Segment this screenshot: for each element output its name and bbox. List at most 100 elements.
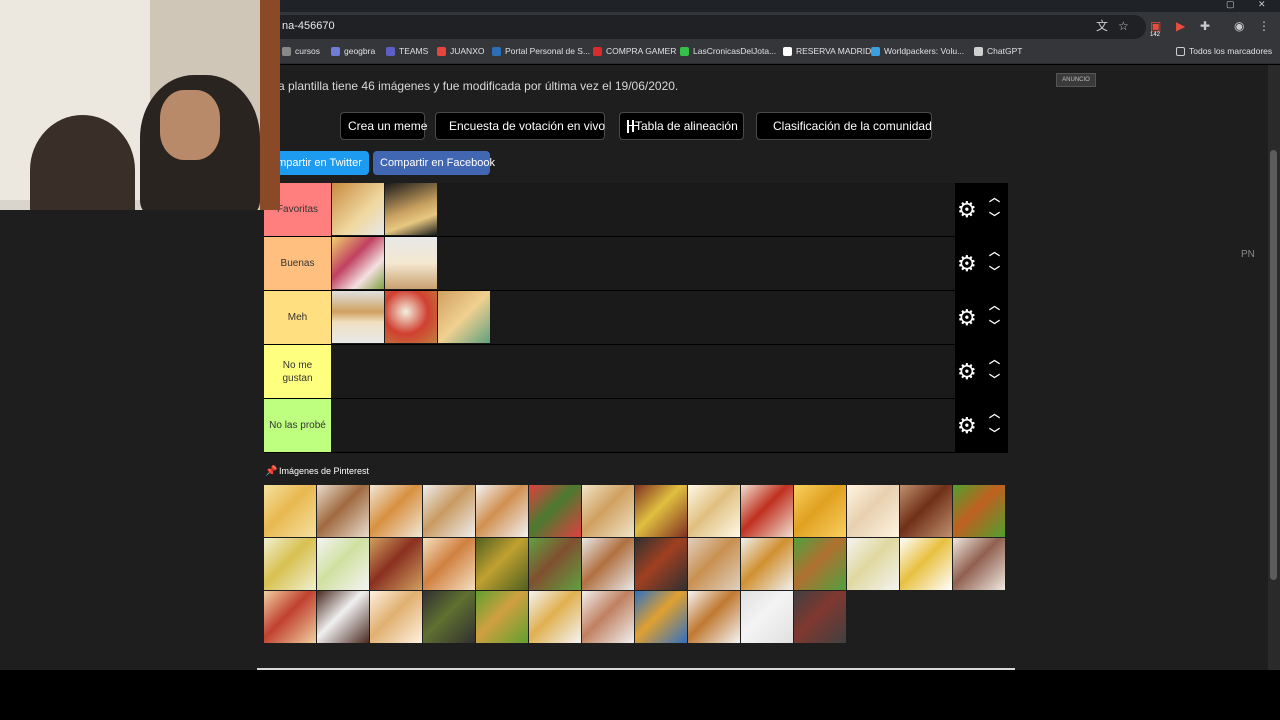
pool-image-pancho[interactable] xyxy=(264,591,316,643)
kebab-menu-icon[interactable]: ⋮ xyxy=(1258,19,1270,33)
move-up-icon[interactable]: ︿ xyxy=(989,301,1000,312)
pool-image-crema[interactable] xyxy=(317,591,369,643)
move-up-icon[interactable]: ︿ xyxy=(989,247,1000,258)
tier-label-buenas[interactable]: Buenas xyxy=(264,237,331,290)
tier-label-no-las-probe[interactable]: No las probé xyxy=(264,399,331,452)
move-down-icon[interactable]: ﹀ xyxy=(989,267,1000,278)
all-bookmarks-label: Todos los marcadores xyxy=(1189,46,1273,56)
bookmark-item[interactable]: LasCronicasDelJota... xyxy=(680,46,776,56)
alignment-chart-button[interactable]: Tabla de alineación xyxy=(619,112,744,140)
create-meme-button[interactable]: Crea un meme xyxy=(340,112,428,140)
tier-label-meh[interactable]: Meh xyxy=(264,291,331,344)
gear-icon[interactable]: ⚙ xyxy=(957,307,977,329)
pool-image-pizza-casera[interactable] xyxy=(370,591,422,643)
pool-image-fideos[interactable] xyxy=(635,591,687,643)
tier-label-no-me-gustan[interactable]: No me gustan xyxy=(264,345,331,398)
pool-image-choripan[interactable] xyxy=(529,538,581,590)
pool-image-lentejas[interactable] xyxy=(900,485,952,537)
pool-image-tostadas[interactable] xyxy=(476,485,528,537)
bookmark-favicon-icon xyxy=(593,46,602,56)
tier-image-medialunas[interactable] xyxy=(438,291,490,343)
pool-image-flan[interactable] xyxy=(741,538,793,590)
share-facebook-button[interactable]: Compartir en Facebook xyxy=(373,151,495,175)
live-poll-button[interactable]: Encuesta de votación en vivo xyxy=(435,112,605,140)
extension-red-icon[interactable]: ▶ xyxy=(1176,19,1185,33)
tier-image-empanadas[interactable] xyxy=(332,183,384,235)
minimize-icon[interactable]: ▢ xyxy=(1226,0,1235,11)
gear-icon[interactable]: ⚙ xyxy=(957,253,977,275)
move-down-icon[interactable]: ﹀ xyxy=(989,213,1000,224)
pool-image-guiso[interactable] xyxy=(741,485,793,537)
extensions-puzzle-icon[interactable]: ✚ xyxy=(1200,19,1210,33)
pool-image-canelones[interactable] xyxy=(370,485,422,537)
move-up-icon[interactable]: ︿ xyxy=(989,409,1000,420)
pool-image-noquis[interactable] xyxy=(847,538,899,590)
side-text: PN xyxy=(1241,249,1255,260)
bookmark-item[interactable]: TEAMS xyxy=(386,46,428,56)
community-ranking-button[interactable]: Clasificación de la comunidad xyxy=(756,112,932,140)
move-down-icon[interactable]: ﹀ xyxy=(989,375,1000,386)
bookmark-item[interactable]: COMPRA GAMER xyxy=(593,46,676,56)
bookmark-item[interactable]: ChatGPT xyxy=(974,46,1022,56)
translate-icon[interactable]: 文 xyxy=(1096,19,1108,33)
pool-image-tarta[interactable] xyxy=(476,538,528,590)
pool-image-tortilla[interactable] xyxy=(900,538,952,590)
pool-image-verduras[interactable] xyxy=(423,591,475,643)
pool-image-papas-fritas[interactable] xyxy=(794,485,846,537)
pool-image-rosquitas[interactable] xyxy=(423,538,475,590)
move-up-icon[interactable]: ︿ xyxy=(989,193,1000,204)
bookmark-item[interactable]: JUANXO xyxy=(437,46,484,56)
pool-image-budin[interactable] xyxy=(688,485,740,537)
pool-image-hamburguesa[interactable] xyxy=(953,485,1005,537)
gear-icon[interactable]: ⚙ xyxy=(957,199,977,221)
bookmark-item[interactable]: geogbra xyxy=(331,46,375,56)
tier-image-milanesa-sandwich[interactable] xyxy=(385,183,437,235)
screen: na-456670 文 ☆ ▣ 142 ▶ ✚ ◉ ⋮ ▢ ✕ Todos lo… xyxy=(0,0,1280,720)
pool-image-asado[interactable] xyxy=(794,591,846,643)
bookmark-label: TEAMS xyxy=(399,46,429,56)
pool-image-albondigas[interactable] xyxy=(635,538,687,590)
gear-icon[interactable]: ⚙ xyxy=(957,361,977,383)
pool-image-tacos[interactable] xyxy=(476,591,528,643)
pool-image-torta[interactable] xyxy=(582,591,634,643)
pool-image-milanesa[interactable] xyxy=(794,538,846,590)
pool-image-flan-dulce[interactable] xyxy=(635,485,687,537)
pool-image-empanadas-fritas[interactable] xyxy=(688,538,740,590)
pool-image-alfajores[interactable] xyxy=(423,485,475,537)
pool-image-sushi[interactable] xyxy=(529,485,581,537)
tier-image-sandwiches-de-miga[interactable] xyxy=(332,237,384,289)
pool-image-humita[interactable] xyxy=(264,538,316,590)
bookmark-favicon-icon xyxy=(282,46,291,56)
scrollbar-thumb[interactable] xyxy=(1270,150,1277,580)
pool-image-helado[interactable] xyxy=(317,538,369,590)
tier-image-sandwich[interactable] xyxy=(332,291,384,343)
pool-image-panqueques[interactable] xyxy=(582,485,634,537)
bookmark-item[interactable]: Worldpackers: Volu... xyxy=(871,46,964,56)
pool-image-pollo[interactable] xyxy=(582,538,634,590)
pool-image-huevos[interactable] xyxy=(847,485,899,537)
pool-image-pure[interactable] xyxy=(741,591,793,643)
pool-image-waffles[interactable] xyxy=(688,591,740,643)
move-down-icon[interactable]: ﹀ xyxy=(989,321,1000,332)
close-window-icon[interactable]: ✕ xyxy=(1258,0,1266,11)
pool-image-chipa[interactable] xyxy=(264,485,316,537)
bookmark-star-icon[interactable]: ☆ xyxy=(1118,19,1129,33)
all-bookmarks[interactable]: Todos los marcadores xyxy=(1176,46,1272,56)
bookmark-label: JUANXO xyxy=(450,46,485,56)
tier-image-cheesecake[interactable] xyxy=(385,237,437,289)
pool-image-bunuelos[interactable] xyxy=(317,485,369,537)
tier-image-pizza[interactable] xyxy=(385,291,437,343)
address-url[interactable]: na-456670 xyxy=(282,20,335,32)
pool-image-lasagna[interactable] xyxy=(370,538,422,590)
profile-icon[interactable]: ◉ xyxy=(1234,19,1244,33)
pool-image-sopa[interactable] xyxy=(529,591,581,643)
bookmark-item[interactable]: Portal Personal de S... xyxy=(492,46,590,56)
bookmark-item[interactable]: RESERVA MADRID xyxy=(783,46,871,56)
bookmark-item[interactable]: cursos xyxy=(282,46,320,56)
move-down-icon[interactable]: ﹀ xyxy=(989,429,1000,440)
move-up-icon[interactable]: ︿ xyxy=(989,355,1000,366)
address-bar[interactable] xyxy=(270,15,1146,39)
pool-image-carne[interactable] xyxy=(953,538,1005,590)
gear-icon[interactable]: ⚙ xyxy=(957,415,977,437)
create-meme-label: Crea un meme xyxy=(348,119,428,133)
